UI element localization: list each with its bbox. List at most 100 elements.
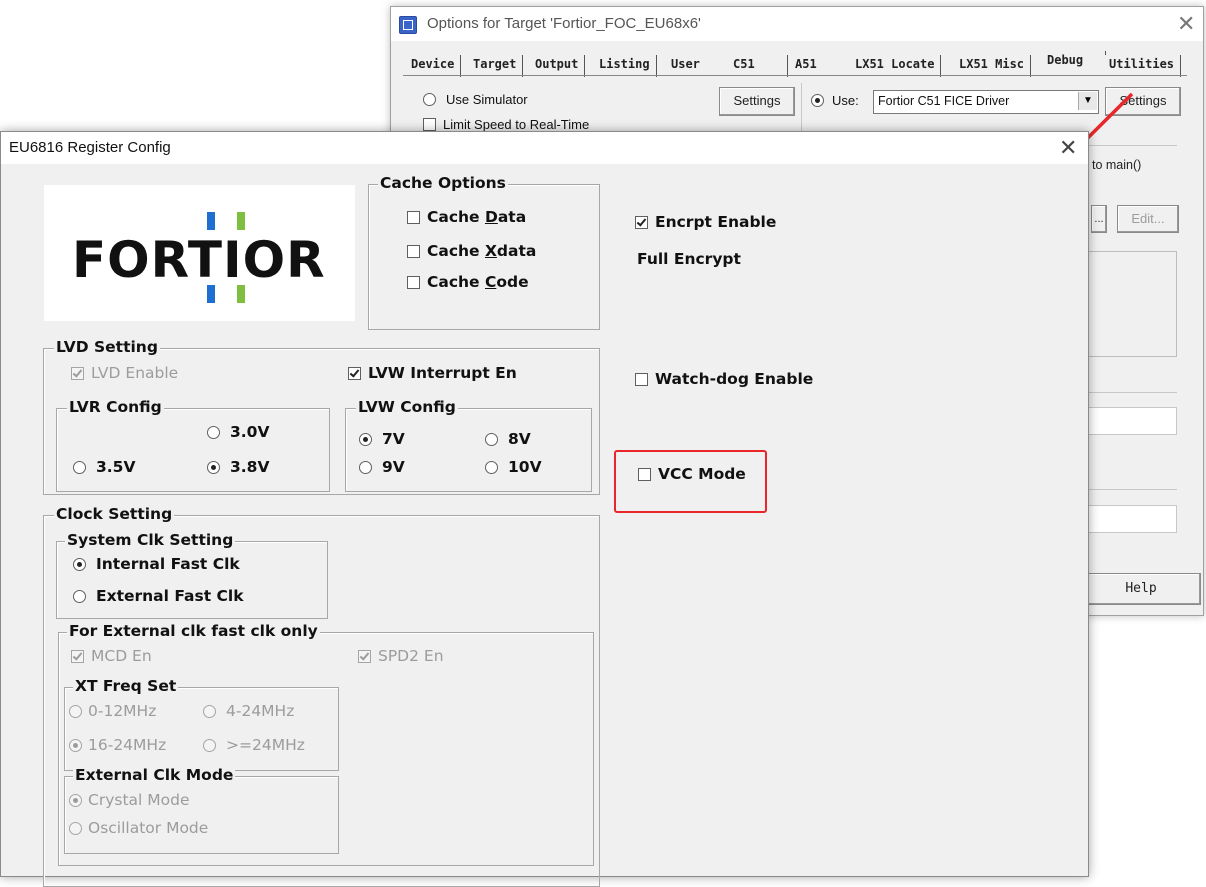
radio-selected-icon — [69, 738, 82, 752]
use-label: Use: — [832, 93, 859, 108]
use-driver-radio[interactable]: Use: — [811, 93, 859, 108]
help-button[interactable]: Help — [1081, 573, 1201, 605]
spd2-en-label: SPD2 En — [378, 647, 444, 665]
lvd-enable-checkbox[interactable]: LVD Enable — [71, 364, 178, 382]
tab-lx51-misc[interactable]: LX51 Misc — [953, 55, 1032, 77]
use-simulator-radio[interactable]: Use Simulator — [423, 92, 528, 107]
radio-icon — [485, 432, 498, 446]
lvr-config-legend: LVR Config — [67, 398, 164, 416]
lvw-9v-radio[interactable]: 9V — [359, 458, 405, 476]
cache-options-legend: Cache Options — [378, 174, 508, 192]
tab-device[interactable]: Device — [405, 55, 462, 77]
spd2-en-checkbox[interactable]: SPD2 En — [358, 647, 444, 665]
tab-a51[interactable]: A51 — [789, 55, 850, 77]
crystal-mode-label: Crystal Mode — [88, 791, 190, 809]
tab-lx51-locate[interactable]: LX51 Locate — [849, 55, 942, 77]
lvr-config-group: LVR Config — [56, 398, 330, 492]
xt-16-24mhz-radio[interactable]: 16-24MHz — [69, 736, 166, 754]
cache-xdata-checkbox[interactable]: Cache Xdata — [407, 242, 536, 260]
logo-bar-blue-top — [207, 212, 215, 230]
external-fast-clk-radio[interactable]: External Fast Clk — [73, 587, 244, 605]
oscillator-mode-label: Oscillator Mode — [88, 819, 209, 837]
lvw-10v-radio[interactable]: 10V — [485, 458, 542, 476]
dialog-title: EU6816 Register Config — [9, 139, 171, 156]
xt-freq-legend: XT Freq Set — [73, 677, 179, 695]
lvw-7v-radio[interactable]: 7V — [359, 430, 405, 448]
xt-freq-group: XT Freq Set — [64, 677, 339, 771]
radio-icon — [73, 589, 86, 603]
xt-gte-24mhz-label: >=24MHz — [226, 736, 305, 754]
radio-selected-icon — [359, 432, 372, 446]
logo-bar-green-top — [237, 212, 245, 230]
options-window-title: Options for Target 'Fortior_FOC_EU68x6' — [427, 15, 701, 32]
checkbox-icon — [635, 372, 648, 386]
radio-selected-icon — [73, 557, 86, 571]
watchdog-enable-label: Watch-dog Enable — [655, 370, 814, 388]
radio-icon — [423, 93, 436, 106]
tab-user[interactable]: User — [665, 55, 734, 77]
cache-data-label: Cache Data — [427, 208, 527, 226]
external-clk-only-legend: For External clk fast clk only — [67, 622, 320, 640]
radio-icon — [73, 460, 86, 474]
mcd-en-checkbox[interactable]: MCD En — [71, 647, 152, 665]
cache-xdata-label: Cache Xdata — [427, 242, 537, 260]
tab-utilities[interactable]: Utilities — [1103, 55, 1182, 77]
cache-data-checkbox[interactable]: Cache Data — [407, 208, 526, 226]
checkbox-checked-icon — [71, 649, 84, 663]
xt-4-24mhz-label: 4-24MHz — [226, 702, 295, 720]
external-clk-mode-group: External Clk Mode — [64, 766, 339, 854]
radio-selected-icon — [207, 460, 220, 474]
tab-c51[interactable]: C51 — [727, 55, 788, 77]
lvw-8v-radio[interactable]: 8V — [485, 430, 531, 448]
radio-selected-icon — [811, 94, 824, 107]
close-icon[interactable]: ✕ — [1177, 11, 1195, 37]
lvr-3-0v-radio[interactable]: 3.0V — [207, 423, 269, 441]
lvw-interrupt-label: LVW Interrupt En — [368, 364, 517, 382]
lvw-interrupt-checkbox[interactable]: LVW Interrupt En — [348, 364, 517, 382]
xt-0-12mhz-radio[interactable]: 0-12MHz — [69, 702, 156, 720]
cache-code-label: Cache Code — [427, 273, 529, 291]
oscillator-mode-radio[interactable]: Oscillator Mode — [69, 819, 208, 837]
lvw-10v-label: 10V — [508, 458, 542, 476]
mcd-en-label: MCD En — [91, 647, 152, 665]
simulator-settings-button[interactable]: Settings — [719, 87, 795, 116]
use-simulator-label: Use Simulator — [446, 92, 528, 107]
logo-bar-blue-bottom — [207, 285, 215, 303]
internal-fast-clk-radio[interactable]: Internal Fast Clk — [73, 555, 240, 573]
radio-icon — [69, 821, 82, 835]
close-icon[interactable]: ✕ — [1059, 135, 1077, 161]
lvw-config-legend: LVW Config — [356, 398, 458, 416]
dialog-titlebar: EU6816 Register Config ✕ — [1, 132, 1088, 164]
lvr-3-0v-label: 3.0V — [230, 423, 270, 441]
crystal-mode-radio[interactable]: Crystal Mode — [69, 791, 189, 809]
checkbox-icon — [407, 210, 420, 224]
xt-4-24mhz-radio[interactable]: 4-24MHz — [203, 702, 294, 720]
lvr-3-8v-radio[interactable]: 3.8V — [207, 458, 269, 476]
lvd-setting-legend: LVD Setting — [54, 338, 160, 356]
checkbox-icon — [423, 118, 436, 131]
limit-speed-checkbox[interactable]: Limit Speed to Real-Time — [423, 117, 589, 132]
clock-setting-legend: Clock Setting — [54, 505, 175, 523]
logo-wordmark: FORTIOR — [72, 231, 326, 289]
system-clk-legend: System Clk Setting — [65, 531, 236, 549]
lvw-8v-label: 8V — [508, 430, 531, 448]
tab-listing[interactable]: Listing — [593, 55, 657, 77]
app-icon — [399, 16, 417, 34]
xt-gte-24mhz-radio[interactable]: >=24MHz — [203, 736, 305, 754]
tab-target[interactable]: Target — [467, 55, 524, 77]
cache-code-checkbox[interactable]: Cache Code — [407, 273, 529, 291]
checkbox-icon — [407, 244, 420, 258]
lvr-3-5v-label: 3.5V — [96, 458, 136, 476]
tab-output[interactable]: Output — [529, 55, 586, 77]
radio-icon — [203, 738, 216, 752]
lvw-config-group: LVW Config — [345, 398, 592, 492]
encrypt-enable-checkbox[interactable]: Encrpt Enable — [635, 213, 776, 231]
lvw-9v-label: 9V — [382, 458, 405, 476]
tab-strip-divider — [403, 75, 1187, 76]
tab-debug[interactable]: Debug — [1041, 51, 1106, 75]
radio-icon — [359, 460, 372, 474]
limit-speed-label: Limit Speed to Real-Time — [443, 117, 590, 132]
options-window-titlebar: Options for Target 'Fortior_FOC_EU68x6' … — [391, 7, 1203, 41]
lvr-3-5v-radio[interactable]: 3.5V — [73, 458, 135, 476]
watchdog-enable-checkbox[interactable]: Watch-dog Enable — [635, 370, 813, 388]
